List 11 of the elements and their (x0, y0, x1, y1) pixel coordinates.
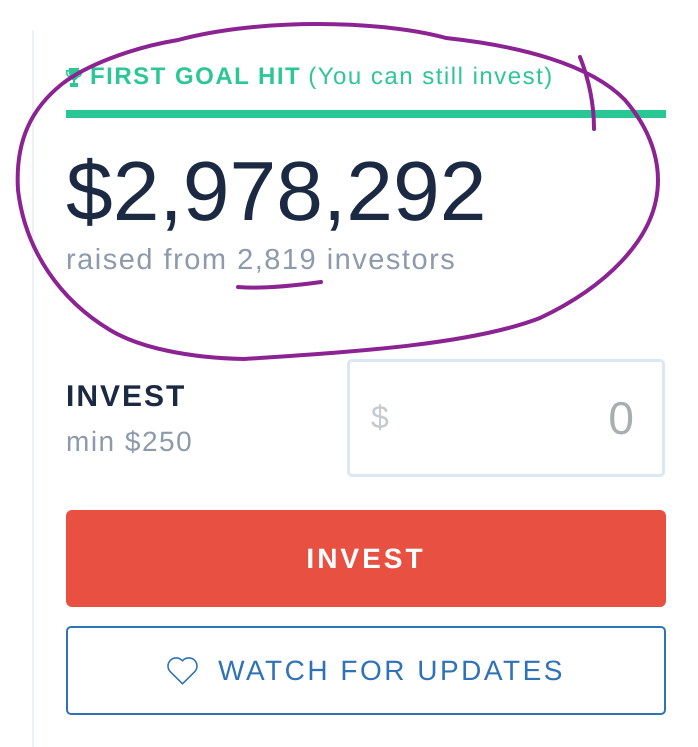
invest-button[interactable]: INVEST (66, 510, 666, 607)
minimum-amount: min $250 (66, 427, 194, 457)
invest-label: INVEST (66, 381, 188, 413)
goal-note: (You can still invest) (308, 64, 554, 90)
goal-status-text: FIRST GOAL HIT (90, 64, 302, 90)
investors-summary: raised from 2,819 investors (66, 245, 456, 275)
amount-raised: $2,978,292 (66, 149, 488, 233)
heart-icon (167, 656, 198, 684)
watch-button[interactable]: WATCH FOR UPDATES (66, 626, 666, 715)
currency-symbol: $ (371, 398, 389, 437)
trophy-icon (66, 68, 82, 86)
